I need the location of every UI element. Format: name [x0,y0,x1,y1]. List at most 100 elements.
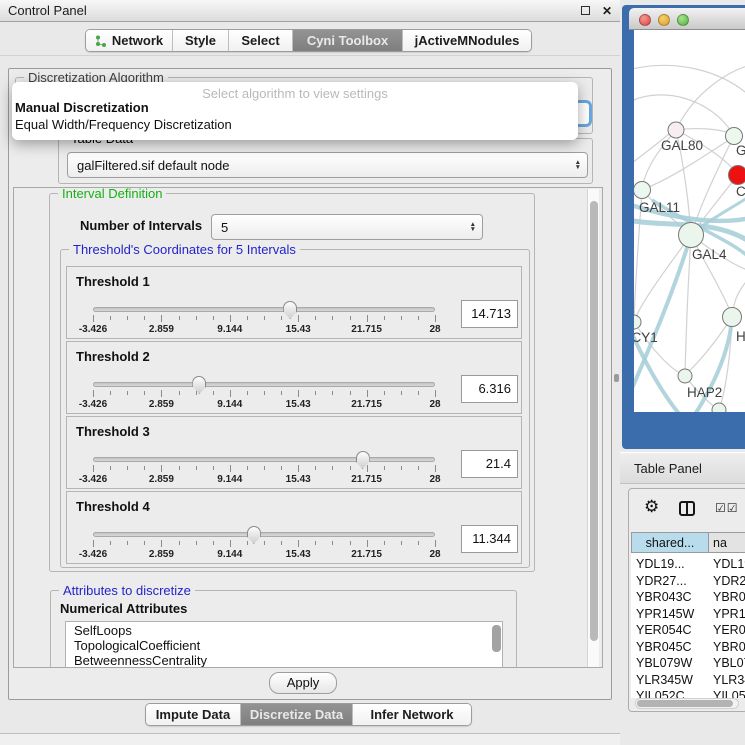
popup-prompt: Select algorithm to view settings [12,82,578,99]
network-node[interactable] [679,223,704,248]
network-node[interactable] [723,308,742,327]
list-item[interactable]: BetweennessCentrality [66,652,502,667]
network-icon [95,35,107,47]
screen: Control Panel ✕ Network Style Select [0,0,745,745]
checkbox-icons[interactable]: ☑☑ [715,501,739,515]
column-header-name[interactable]: na [709,532,745,553]
table-panel: ⚙ ☑☑ shared... na YDL19...YDL19... YDR27… [628,488,745,712]
network-svg: GAL80GACGAL11GAL4GCY1HHAP2 [634,30,745,412]
list-item[interactable]: SelfLoops [66,622,502,637]
tab-impute-data[interactable]: Impute Data [146,704,241,725]
table-hscrollbar-thumb[interactable] [637,700,733,707]
network-node[interactable] [726,128,743,145]
network-canvas[interactable]: GAL80GACGAL11GAL4GCY1HHAP2 [634,30,745,412]
threshold-1-tick-labels: -3.426 2.859 9.144 15.43 21.715 28 [93,324,435,336]
column-header-shared-name[interactable]: shared... [631,532,709,553]
threshold-4-slider[interactable] [93,532,435,537]
network-node[interactable] [712,403,726,412]
table-rows: YDL19...YDL19... YDR27...YDR27... YBR043… [631,557,745,698]
network-window-titlebar [629,8,745,30]
threshold-2-slider[interactable] [93,382,435,387]
table-row[interactable]: YIL052CYIL052C [631,689,745,698]
table-row[interactable]: YBL079WYBL079W [631,656,745,673]
threshold-2-box: Threshold 2 -3.426 2.859 9.144 15.43 21.… [66,341,522,414]
table-row[interactable]: YBR043CYBR043C [631,590,745,607]
threshold-3-ticks [93,465,435,473]
numerical-attributes-list[interactable]: SelfLoops TopologicalCoefficient Between… [65,621,503,668]
network-node-label: GAL4 [692,247,727,262]
tab-discretize-data[interactable]: Discretize Data [241,704,353,725]
splitter-handle[interactable] [614,374,619,382]
network-node[interactable] [729,166,745,185]
threshold-1-slider[interactable] [93,307,435,312]
table-row[interactable]: YDL19...YDL19... [631,557,745,574]
threshold-2-value-field[interactable]: 6.316 [461,375,518,403]
network-node-label: GA [736,143,745,158]
threshold-coordinates-title: Threshold's Coordinates for 5 Intervals [69,242,300,257]
network-node[interactable] [634,182,651,199]
threshold-1-value-field[interactable]: 14.713 [461,300,518,328]
table-hscrollbar[interactable] [635,698,739,709]
table-row[interactable]: YER054CYER054C [631,623,745,640]
attributes-group-title: Attributes to discretize [59,583,195,598]
top-tabs: Network Style Select Cyni Toolbox jActiv… [85,29,532,52]
gear-icon[interactable]: ⚙ [644,497,659,517]
table-panel-titlebar: Table Panel [620,452,745,484]
list-item[interactable]: TopologicalCoefficient [66,637,502,652]
threshold-coordinates-group: Threshold's Coordinates for 5 Intervals … [60,249,530,568]
table-row[interactable]: YLR345WYLR345W [631,673,745,690]
number-of-intervals-combobox[interactable]: 5 ▲▼ [211,214,483,240]
threshold-1-ticks [93,315,435,323]
list-scrollbar-thumb[interactable] [492,625,501,652]
threshold-2-ticks [93,390,435,398]
network-node[interactable] [668,122,684,138]
cyni-panel: Discretization Algorithm Table Data galF… [8,68,612,700]
tab-cyni-toolbox[interactable]: Cyni Toolbox [293,30,403,51]
threshold-1-label: Threshold 1 [76,274,150,289]
attributes-group: Attributes to discretize Numerical Attri… [50,590,517,668]
minimize-traffic-light[interactable] [658,14,670,26]
table-toolbar: ⚙ ☑☑ [629,489,745,529]
stepper-arrows-icon: ▲▼ [470,222,482,232]
popup-option-manual[interactable]: Manual Discretization [12,99,578,116]
close-traffic-light[interactable] [639,14,651,26]
threshold-4-ticks [93,540,435,548]
zoom-traffic-light[interactable] [677,14,689,26]
network-node-label: HAP2 [687,385,722,400]
number-of-intervals-value: 5 [221,220,228,235]
apply-button[interactable]: Apply [269,672,337,694]
panel-title: Control Panel [8,3,87,18]
close-icon[interactable]: ✕ [602,4,612,18]
threshold-4-box: Threshold 4 -3.426 2.859 9.144 15.43 21.… [66,491,522,564]
threshold-3-box: Threshold 3 -3.426 2.859 9.144 15.43 21.… [66,416,522,489]
tab-jactivemnodules[interactable]: jActiveMNodules [403,30,531,51]
settings-scrollbar-thumb[interactable] [590,201,598,641]
threshold-3-slider[interactable] [93,457,435,462]
table-row[interactable]: YBR045CYBR045C [631,640,745,657]
network-node-label: GCY1 [634,330,658,345]
network-node[interactable] [634,315,641,329]
tab-infer-network[interactable]: Infer Network [353,704,471,725]
threshold-2-label: Threshold 2 [76,349,150,364]
settings-scrollpane: Interval Definition Number of Intervals … [13,187,603,668]
stepper-arrows-icon: ▲▼ [575,160,587,170]
popup-option-equal-width[interactable]: Equal Width/Frequency Discretization [12,116,578,133]
tab-style[interactable]: Style [173,30,229,51]
network-node[interactable] [678,369,692,383]
table-data-combobox[interactable]: galFiltered.sif default node ▲▼ [67,152,588,178]
threshold-3-value-field[interactable]: 21.4 [461,450,518,478]
window-bottom-edge [0,733,620,745]
table-row[interactable]: YPR145WYPR145W [631,607,745,624]
column-layout-icon[interactable] [679,501,695,516]
settings-scrollbar[interactable] [587,189,599,667]
numerical-attributes-label: Numerical Attributes [60,601,187,616]
table-row[interactable]: YDR27...YDR27... [631,574,745,591]
threshold-4-value-field[interactable]: 11.344 [461,525,518,553]
float-icon[interactable] [581,6,590,15]
tab-select[interactable]: Select [229,30,293,51]
control-panel-titlebar: Control Panel ✕ [0,0,620,22]
threshold-4-tick-labels: -3.426 2.859 9.144 15.43 21.715 28 [93,549,435,561]
interval-definition-group: Interval Definition Number of Intervals … [49,193,535,572]
node-table: shared... na YDL19...YDL19... YDR27...YD… [631,532,745,698]
tab-network[interactable]: Network [86,30,173,51]
